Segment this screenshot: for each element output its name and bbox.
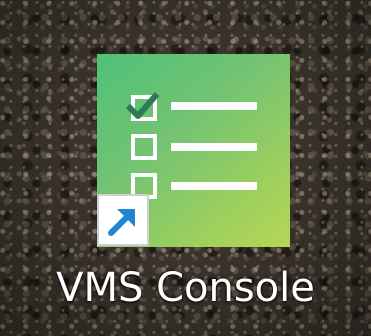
shortcut-arrow-icon: [97, 194, 149, 246]
vms-console-shortcut[interactable]: VMS Console: [0, 0, 371, 336]
icon-label: VMS Console: [56, 265, 315, 311]
